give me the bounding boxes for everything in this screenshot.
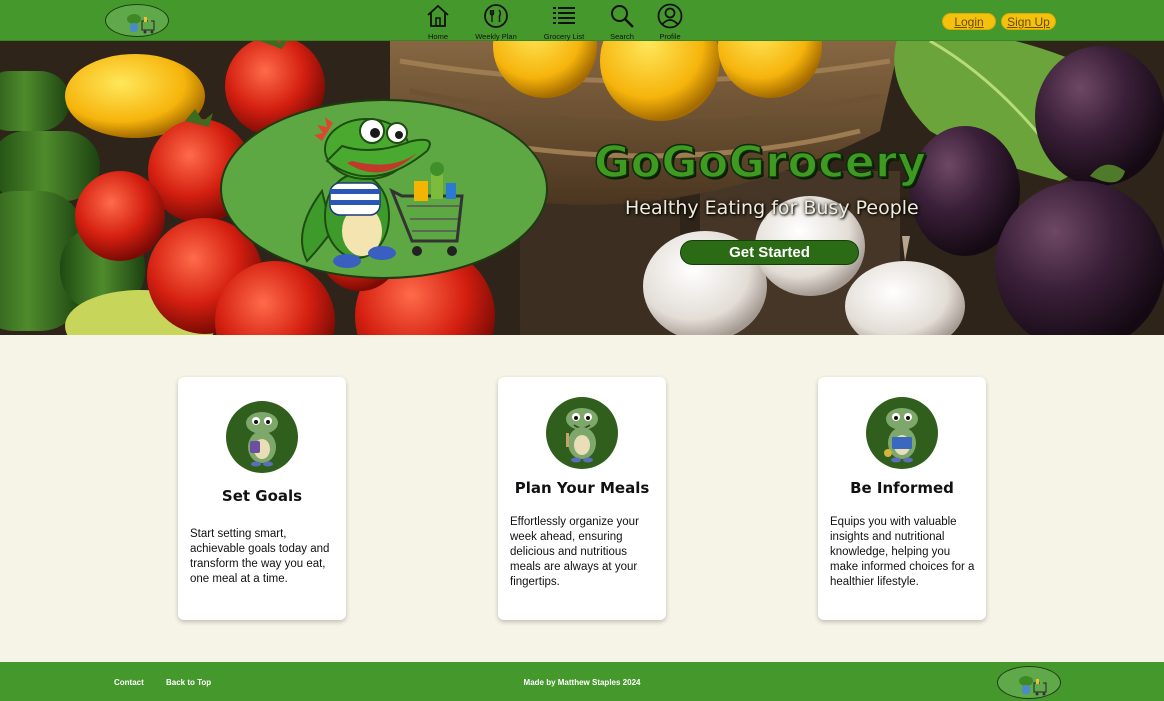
signup-button[interactable]: Sign Up: [1001, 13, 1056, 30]
list-icon: [553, 7, 575, 24]
nav-profile[interactable]: Profile: [635, 2, 705, 41]
gator-cart-icon: [301, 117, 464, 268]
nav-grocery-list-label: Grocery List: [543, 32, 585, 41]
feature-card-set-goals: Set Goals Start setting smart, achievabl…: [178, 377, 346, 620]
get-started-button[interactable]: Get Started: [680, 240, 859, 265]
footer-credit: Made by Matthew Staples 2024: [523, 678, 641, 687]
site-header: Home Weekly Plan Grocery List Search Pro…: [0, 0, 1164, 41]
card-avatar: [866, 397, 938, 469]
home-icon: [427, 4, 449, 27]
hero-section: GoGoGrocery Healthy Eating for Busy Peop…: [0, 41, 1164, 335]
gator-chef-icon: [566, 408, 598, 463]
nav-search-label: Search: [610, 32, 634, 41]
card-title: Be Informed: [850, 479, 954, 497]
card-avatar: [546, 397, 618, 469]
nav-weekly-plan-label: Weekly Plan: [475, 32, 517, 41]
login-button[interactable]: Login: [942, 13, 996, 30]
utensils-icon: [484, 4, 508, 28]
nav-weekly-plan[interactable]: Weekly Plan: [461, 2, 531, 41]
hero-background-image: [0, 41, 1164, 335]
site-footer: Contact Back to Top Made by Matthew Stap…: [0, 662, 1164, 701]
card-title: Set Goals: [221, 487, 303, 505]
footer-logo[interactable]: [997, 666, 1061, 699]
gator-reading-icon: [884, 408, 918, 463]
card-avatar: [226, 401, 298, 473]
hero-title: GoGoGrocery: [593, 136, 927, 189]
card-text: Effortlessly organize your week ahead, e…: [510, 516, 639, 588]
feature-card-be-informed: Be Informed Equips you with valuable ins…: [818, 377, 986, 620]
nav-home-label: Home: [427, 32, 448, 41]
card-text: Equips you with valuable insights and nu…: [830, 516, 975, 588]
gator-cart-icon: [1019, 676, 1047, 696]
hero-mascot-logo: [220, 99, 548, 279]
card-text: Start setting smart, achievable goals to…: [190, 528, 330, 585]
gator-goals-icon: [246, 412, 278, 467]
nav-profile-label: Profile: [659, 32, 681, 41]
hero-subtitle: Healthy Eating for Busy People: [625, 197, 919, 219]
search-icon: [611, 5, 634, 28]
feature-card-plan-meals: Plan Your Meals Effortlessly organize yo…: [498, 377, 666, 620]
card-title: Plan Your Meals: [514, 479, 650, 497]
user-icon: [657, 3, 683, 29]
